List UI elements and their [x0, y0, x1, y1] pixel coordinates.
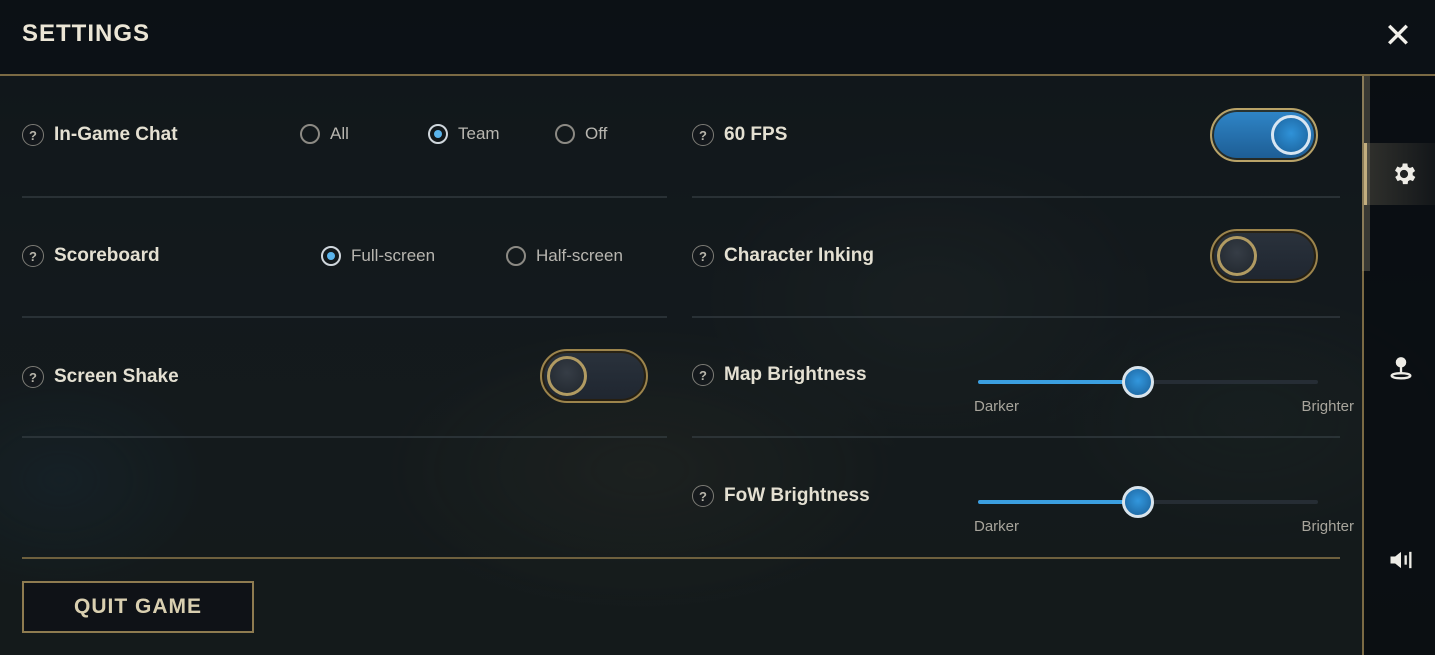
chat-setting-label: ? In-Game Chat: [22, 124, 178, 146]
chat-option-all[interactable]: All: [300, 124, 349, 144]
shake-setting-label: ? Screen Shake: [22, 366, 179, 388]
scoreboard-fullscreen-label: Full-screen: [351, 246, 436, 265]
gear-icon: [1394, 163, 1415, 185]
chat-option-all-label: All: [330, 124, 349, 143]
slider-max-label: Brighter: [1301, 398, 1354, 415]
fps-help-icon[interactable]: ?: [692, 124, 714, 146]
fps-label: 60 FPS: [724, 124, 788, 145]
slider-thumb[interactable]: [1122, 486, 1154, 518]
row-divider: [692, 196, 1340, 198]
map-brightness-help-icon[interactable]: ?: [692, 364, 714, 386]
toggle-knob: [1217, 236, 1257, 276]
shake-help-icon[interactable]: ?: [22, 366, 44, 388]
tab-sound[interactable]: [1364, 529, 1435, 591]
slider-fill: [978, 500, 1138, 504]
slider-max-label: Brighter: [1301, 518, 1354, 535]
settings-header: SETTINGS ✕: [0, 0, 1435, 76]
radio-circle: [506, 246, 526, 266]
slider-thumb[interactable]: [1122, 366, 1154, 398]
radio-circle: [300, 124, 320, 144]
chat-help-icon[interactable]: ?: [22, 124, 44, 146]
fow-brightness-label: FoW Brightness: [724, 485, 870, 506]
inking-help-icon[interactable]: ?: [692, 245, 714, 267]
quit-game-button[interactable]: QUIT GAME: [22, 581, 254, 633]
slider-min-label: Darker: [974, 398, 1020, 415]
inking-label: Character Inking: [724, 245, 874, 266]
scoreboard-halfscreen-label: Half-screen: [536, 246, 623, 265]
chat-option-off-label: Off: [585, 124, 608, 143]
shake-label: Screen Shake: [54, 366, 179, 387]
row-divider: [692, 436, 1340, 438]
fow-brightness-slider[interactable]: Darker Brighter: [974, 480, 1354, 540]
slider-min-label: Darker: [974, 518, 1020, 535]
sidebar-scrollbar[interactable]: [1362, 76, 1370, 271]
close-icon[interactable]: ✕: [1382, 19, 1414, 53]
map-brightness-slider[interactable]: Darker Brighter: [974, 360, 1354, 420]
scoreboard-option-fullscreen[interactable]: Full-screen: [321, 246, 435, 266]
tab-map[interactable]: [1364, 336, 1435, 398]
footer-divider: [22, 557, 1340, 559]
row-divider: [22, 436, 667, 438]
speaker-icon: [1390, 551, 1411, 569]
chat-label: In-Game Chat: [54, 124, 178, 145]
inking-setting-label: ? Character Inking: [692, 245, 874, 267]
fps-setting-label: ? 60 FPS: [692, 124, 787, 146]
toggle-knob: [547, 356, 587, 396]
fow-brightness-help-icon[interactable]: ?: [692, 485, 714, 507]
chat-option-team-label: Team: [458, 124, 500, 143]
chat-option-team[interactable]: Team: [428, 124, 500, 144]
fow-brightness-setting-label: ? FoW Brightness: [692, 485, 870, 507]
scoreboard-setting-label: ? Scoreboard: [22, 245, 160, 267]
radio-circle-selected: [428, 124, 448, 144]
radio-circle: [555, 124, 575, 144]
row-divider: [22, 316, 667, 318]
map-brightness-label: Map Brightness: [724, 364, 867, 385]
map-brightness-setting-label: ? Map Brightness: [692, 364, 867, 386]
row-divider: [22, 196, 667, 198]
scoreboard-option-halfscreen[interactable]: Half-screen: [506, 246, 623, 266]
row-divider: [692, 316, 1340, 318]
scoreboard-help-icon[interactable]: ?: [22, 245, 44, 267]
shake-toggle[interactable]: [540, 349, 648, 403]
settings-sidebar: [1362, 76, 1435, 655]
slider-fill: [978, 380, 1138, 384]
map-pin-icon: [1390, 357, 1411, 380]
toggle-knob: [1271, 115, 1311, 155]
radio-circle-selected: [321, 246, 341, 266]
scoreboard-label: Scoreboard: [54, 245, 160, 266]
settings-title: SETTINGS: [22, 20, 151, 47]
inking-toggle[interactable]: [1210, 229, 1318, 283]
tab-general[interactable]: [1364, 143, 1435, 205]
fps-toggle[interactable]: [1210, 108, 1318, 162]
chat-option-off[interactable]: Off: [555, 124, 607, 144]
